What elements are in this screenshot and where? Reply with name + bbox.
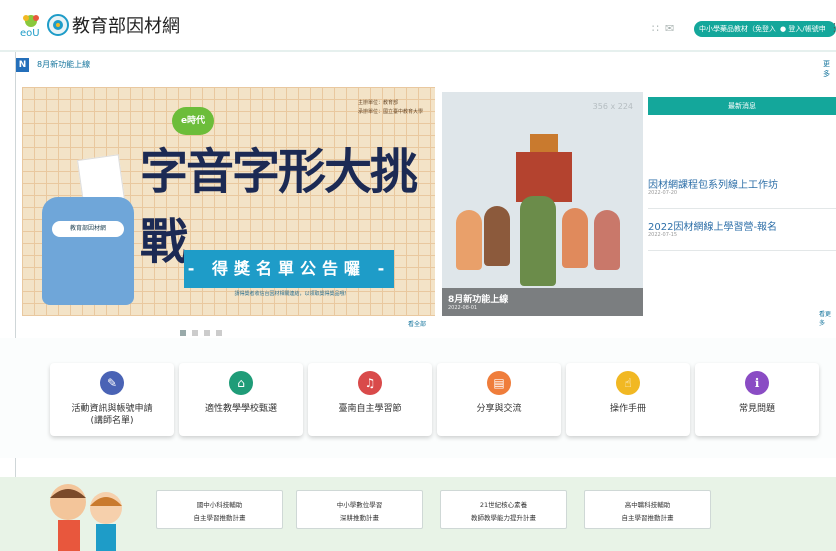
site-title[interactable]: 教育部因材網 xyxy=(72,12,180,38)
banner-ribbon: - 得獎名單公告囉 - xyxy=(184,250,394,288)
banner-organizer-line2: 承辦單位：國立臺中教育大學 xyxy=(357,109,423,115)
carousel-dot[interactable] xyxy=(204,330,210,336)
music-icon: ♫ xyxy=(358,371,382,395)
carousel-dot[interactable] xyxy=(216,330,222,336)
backpack-tag: 教育部因材網 xyxy=(52,221,124,237)
shortcut-label: 活動資訊與帳號申請 (講師名單) xyxy=(50,403,174,427)
backpack-illustration xyxy=(42,197,134,305)
edit-icon: ✎ xyxy=(100,371,124,395)
page-edge-line xyxy=(15,0,16,551)
divider xyxy=(648,250,836,251)
announcement-link[interactable]: 8月新功能上線 xyxy=(37,59,90,70)
carousel-dot[interactable] xyxy=(192,330,198,336)
banner-view-all-link[interactable]: 看全部 xyxy=(408,319,426,328)
child-illustration xyxy=(594,210,620,270)
carousel-dot[interactable] xyxy=(180,330,186,336)
latest-news-date-1: 2022-07-20 xyxy=(648,190,678,196)
shortcut-label-line2: (講師名單) xyxy=(90,416,134,426)
new-badge: N xyxy=(16,58,29,72)
program-line2: 自主學習推動計畫 xyxy=(621,514,674,522)
main-banner[interactable]: 主辦單位：教育部 承辦單位：國立臺中教育大學 教育部因材網 e時代 字音字形大挑… xyxy=(22,87,435,316)
news-title: 8月新功能上線 xyxy=(448,295,509,305)
chat-icon: ▤ xyxy=(487,371,511,395)
news-date: 2022-08-01 xyxy=(448,305,478,311)
program-link-k9-tech[interactable]: 國中小科技輔助 自主學習推動計畫 xyxy=(156,490,283,529)
latest-news-date-2: 2022-07-15 xyxy=(648,232,678,238)
divider xyxy=(648,208,836,209)
program-link-digital-learning[interactable]: 中小學數位學習 深耕推動計畫 xyxy=(296,490,423,529)
school-building-illustration xyxy=(516,152,572,202)
shortcut-label: 臺南自主學習節 xyxy=(338,404,402,414)
school-icon: ⌂ xyxy=(229,371,253,395)
logo-text: eoU xyxy=(20,28,40,38)
shortcut-school-selection[interactable]: ⌂ 適性教學學校甄選 xyxy=(179,363,303,436)
shortcut-label: 常見問題 xyxy=(738,404,775,414)
shortcut-faq[interactable]: ℹ 常見問題 xyxy=(695,363,819,436)
header-icons: ∷✉ xyxy=(652,22,680,35)
kids-mascot-illustration xyxy=(50,484,122,551)
program-line1: 中小學數位學習 xyxy=(336,501,383,509)
latest-more-link[interactable]: 看更多 xyxy=(819,309,836,327)
program-line1: 高中職科技輔助 xyxy=(624,501,671,509)
shortcut-label: 適性教學學校甄選 xyxy=(204,404,277,414)
shortcut-label: 操作手冊 xyxy=(609,404,646,414)
child-illustration xyxy=(562,208,588,268)
image-size-label: 356 x 224 xyxy=(592,102,633,111)
program-link-high-school-tech[interactable]: 高中職科技輔助 自主學習推動計畫 xyxy=(584,490,711,529)
banner-subtitle: 請得獎者收信台因材相關連結，以領取獎得獎品哦！ xyxy=(234,291,350,297)
announcement-more-link[interactable]: 更多 xyxy=(823,59,836,79)
info-icon: ℹ xyxy=(745,371,769,395)
user-icon: ● xyxy=(780,25,787,33)
shortcut-share[interactable]: ▤ 分享與交流 xyxy=(437,363,561,436)
child-illustration xyxy=(456,210,482,270)
banner-organizer-line1: 主辦單位：教育部 xyxy=(357,100,398,106)
latest-news-item-2[interactable]: 2022因材網線上學習營-報名 xyxy=(648,218,777,233)
program-link-21st-century[interactable]: 21世紀核心素養 教師教學能力提升計畫 xyxy=(440,490,567,529)
eou-logo-icon[interactable]: eoU xyxy=(18,12,44,38)
e-era-badge: e時代 xyxy=(172,107,214,135)
latest-news-heading[interactable]: 最新消息 xyxy=(648,97,836,115)
news-feature-card[interactable]: 356 x 224 8月新功能上線 2022-08-01 xyxy=(442,92,643,316)
program-line2: 自主學習推動計畫 xyxy=(193,514,246,522)
banner-organizer: 主辦單位：教育部 承辦單位：國立臺中教育大學 xyxy=(358,99,423,117)
mail-icon[interactable]: ✉ xyxy=(665,22,680,35)
hand-icon: ☝ xyxy=(616,371,640,395)
trial-materials-button[interactable]: 中小學藥品教材（免登入） xyxy=(694,21,788,37)
teacher-illustration xyxy=(520,196,556,286)
login-button[interactable]: ● 登入/帳號申請 xyxy=(775,21,836,49)
shortcut-label-line1: 活動資訊與帳號申請 xyxy=(71,404,153,414)
shortcut-activity-signup[interactable]: ✎ 活動資訊與帳號申請 (講師名單) xyxy=(50,363,174,436)
child-illustration xyxy=(484,206,510,266)
shortcut-manual[interactable]: ☝ 操作手冊 xyxy=(566,363,690,436)
latest-news-item-1[interactable]: 因材網課程包系列線上工作坊 xyxy=(648,176,778,191)
program-line1: 21世紀核心素養 xyxy=(479,501,528,509)
grid-icon[interactable]: ∷ xyxy=(652,22,665,35)
menu-icon[interactable]: ⋮ xyxy=(829,21,836,34)
program-line1: 國中小科技輔助 xyxy=(196,501,243,509)
shortcut-label: 分享與交流 xyxy=(476,404,522,414)
moe-logo-icon[interactable] xyxy=(46,13,70,37)
program-line2: 教師教學能力提升計畫 xyxy=(471,514,536,522)
program-line2: 深耕推動計畫 xyxy=(340,514,379,522)
shortcut-tainan-learning[interactable]: ♫ 臺南自主學習節 xyxy=(308,363,432,436)
